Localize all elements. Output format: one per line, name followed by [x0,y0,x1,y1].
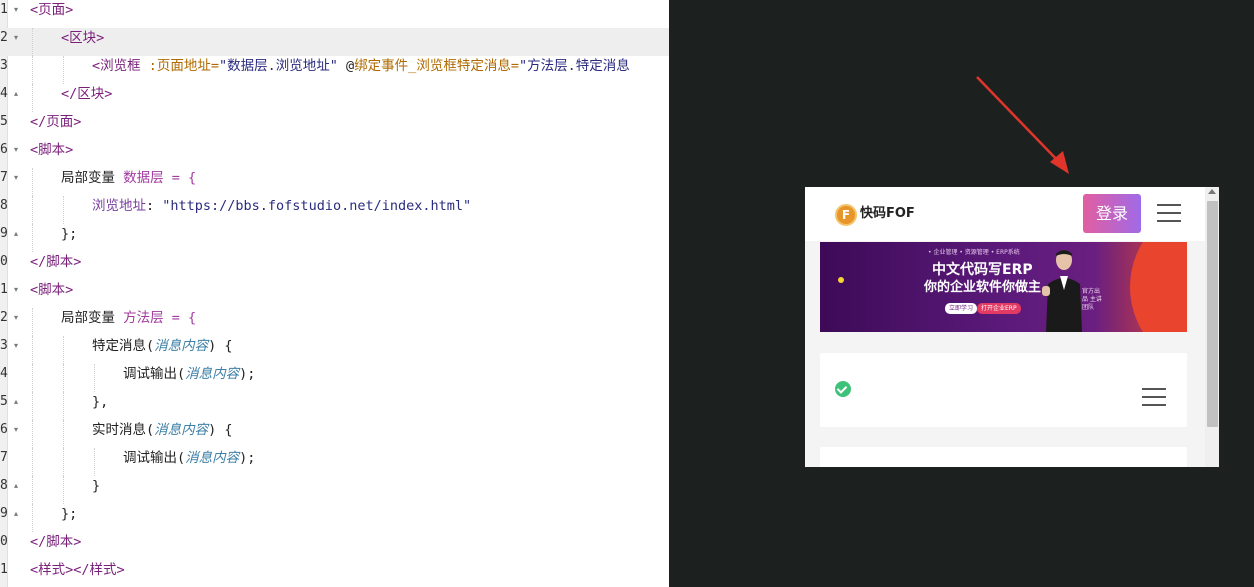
brand-logo-icon[interactable]: F [835,204,857,226]
content-card[interactable] [820,447,1187,467]
banner-tags: • 企业管理 • 资源管理 • ERP系统 [928,249,1020,256]
vertical-scrollbar[interactable] [1205,187,1219,467]
banner-dot [838,277,844,283]
content-card[interactable] [820,353,1187,427]
browser-preview[interactable]: F 快码FOF 登录 • 企业管理 • 资源管理 • ERP系统 中文代码写ER… [805,187,1219,467]
check-circle-icon [835,381,851,397]
hamburger-menu-icon[interactable] [1157,204,1181,224]
banner-learn-button[interactable]: 立即学习 [945,303,978,314]
scroll-up-arrow-icon[interactable] [1208,189,1216,194]
banner-subheadline: 你的企业软件你做主 [924,280,1042,295]
banner-decor-circle [1130,242,1187,332]
brand-name[interactable]: 快码FOF [860,204,915,224]
card-menu-icon[interactable] [1142,388,1166,406]
presenter-photo [1042,250,1082,332]
scrollbar-thumb[interactable] [1207,201,1218,427]
promo-banner[interactable]: • 企业管理 • 资源管理 • ERP系统 中文代码写ERP 你的企业软件你做主… [820,242,1187,332]
banner-side-text: 官方出品 主讲团队 [1082,288,1102,311]
logo-letter: F [841,208,851,222]
login-button[interactable]: 登录 [1083,194,1141,233]
site-header: F 快码FOF 登录 [805,187,1205,241]
banner-headline: 中文代码写ERP [932,262,1033,278]
banner-open-erp-button[interactable]: 打开企业ERP [977,303,1021,314]
